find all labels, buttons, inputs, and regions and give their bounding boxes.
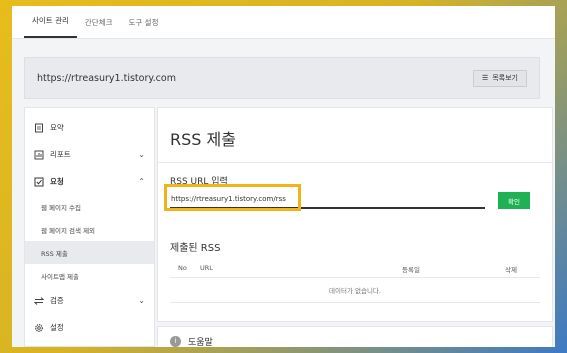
help-section[interactable]: i 도움말 [157, 326, 553, 347]
column-no: No [178, 264, 187, 272]
column-url: URL [200, 264, 213, 272]
sidebar-item-label: 리포트 [50, 150, 71, 159]
tab-site-management[interactable]: 사이트 관리 [24, 6, 77, 38]
sidebar-item-label: 검증 [50, 296, 64, 305]
submitted-rss-title: 제출된 RSS [170, 243, 221, 254]
sidebar-item-label: 요청 [50, 177, 64, 186]
confirm-button[interactable]: 확인 [498, 192, 530, 209]
summary-icon [34, 123, 44, 133]
info-icon: i [170, 335, 181, 347]
chevron-down-icon: ⌄ [138, 150, 145, 159]
gear-icon [34, 323, 44, 333]
site-url-bar: https://rtreasury1.tistory.com ☰ 목록보기 [24, 57, 540, 99]
sidebar: 요약 리포트 ⌄ 요청 ⌃ 웹 페이지 수집 웹 페이지 검색 제외 RSS 제… [24, 107, 155, 347]
tab-tool-settings[interactable]: 도구 설정 [121, 6, 167, 38]
site-url: https://rtreasury1.tistory.com [37, 72, 176, 84]
column-date: 등록일 [402, 266, 420, 274]
sidebar-item-summary[interactable]: 요약 [25, 114, 154, 141]
column-delete: 삭제 [505, 266, 517, 274]
sidebar-item-verify[interactable]: 검증 ⌄ [25, 287, 154, 314]
webmaster-window: 사이트 관리 간단체크 도구 설정 https://rtreasury1.tis… [12, 6, 555, 347]
empty-table-message: 데이터가 없습니다. [170, 278, 540, 303]
page-title: RSS 제출 [158, 108, 552, 163]
chevron-down-icon: ⌄ [138, 296, 145, 305]
sidebar-item-request[interactable]: 요청 ⌃ [25, 168, 154, 195]
list-view-button[interactable]: ☰ 목록보기 [472, 69, 527, 87]
help-title: 도움말 [188, 337, 213, 348]
rss-table-header: No URL 등록일 삭제 [170, 260, 540, 278]
list-icon: ☰ [481, 74, 489, 82]
sidebar-subitem-rss-submit[interactable]: RSS 제출 [25, 241, 154, 264]
top-navigation: 사이트 관리 간단체크 도구 설정 [12, 6, 555, 39]
rss-submit-panel: RSS 제출 RSS URL 입력 확인 제출된 RSS No URL 등록일 … [157, 107, 553, 322]
chevron-up-icon: ⌃ [138, 177, 145, 186]
sidebar-subitem-page-collect[interactable]: 웹 페이지 수집 [25, 195, 154, 218]
rss-url-input[interactable] [170, 191, 485, 209]
sidebar-item-settings[interactable]: 설정 [25, 314, 154, 341]
tab-simple-check[interactable]: 간단체크 [77, 6, 121, 38]
sidebar-item-label: 요약 [50, 123, 64, 132]
sidebar-item-label: 설정 [50, 323, 64, 332]
rss-url-label: RSS URL 입력 [170, 177, 228, 187]
report-icon [34, 150, 44, 160]
sidebar-subitem-sitemap-submit[interactable]: 사이트맵 제출 [25, 264, 154, 287]
list-view-label: 목록보기 [492, 74, 518, 82]
sidebar-item-report[interactable]: 리포트 ⌄ [25, 141, 154, 168]
request-icon [34, 177, 44, 187]
sidebar-subitem-page-exclude[interactable]: 웹 페이지 검색 제외 [25, 218, 154, 241]
verify-icon [34, 296, 44, 306]
